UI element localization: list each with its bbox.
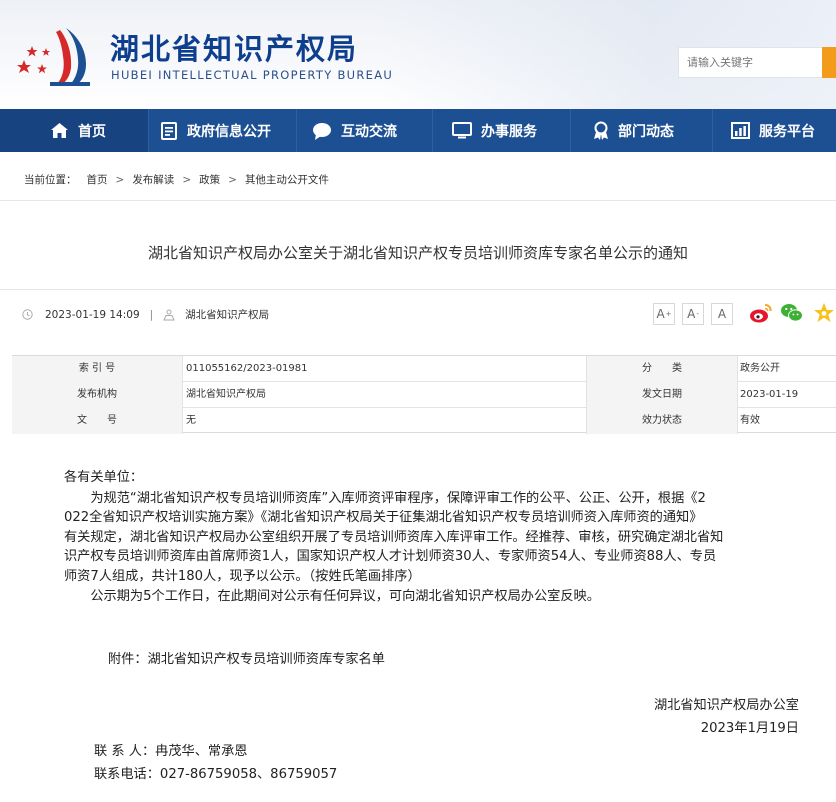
weibo-share-icon[interactable]	[749, 302, 773, 324]
nav-item-service-platform[interactable]: 服务平台	[731, 109, 815, 152]
monitor-icon	[452, 122, 472, 139]
nav-item-label: 互动交流	[341, 123, 397, 140]
document-info-table: 索 引 号 011055162/2023-01981 分 类 政务公开 发布机构…	[12, 355, 836, 434]
title-divider	[0, 289, 836, 290]
info-label: 索 引 号	[12, 356, 182, 382]
page-title: 湖北省知识产权局办公室关于湖北省知识产权专员培训师资库专家名单公示的通知	[147, 244, 688, 262]
nav-item-label: 办事服务	[481, 123, 537, 140]
nav-item-gov-info[interactable]: 政府信息公开	[160, 109, 271, 152]
breadcrumb-divider	[0, 200, 836, 201]
article-body: 各有关单位： 为规范“湖北省知识产权专员培训师资库”入库师资评审程序，保障评审工…	[64, 468, 802, 606]
breadcrumb-separator: >	[182, 173, 192, 186]
breadcrumb-link-policy[interactable]: 政策	[199, 172, 220, 187]
info-value: 政务公开	[740, 363, 780, 374]
clock-icon	[22, 309, 33, 320]
info-label: 分 类	[587, 356, 737, 382]
breadcrumb-link-home[interactable]: 首页	[87, 172, 108, 187]
nav-item-interaction[interactable]: 互动交流	[312, 109, 397, 152]
font-size-large-button[interactable]: A +	[653, 303, 675, 325]
favorite-star-icon[interactable]	[812, 302, 836, 324]
table-row: 发布机构 湖北省知识产权局 发文日期 2023-01-19	[12, 382, 836, 408]
article-source: 湖北省知识产权局	[185, 309, 270, 321]
search-button[interactable]	[822, 47, 836, 78]
bureau-logo-icon[interactable]	[16, 24, 98, 88]
main-navigation: 首页 政府信息公开 互动交流 办事服务 部门动态 服务平台	[0, 109, 836, 152]
body-line: 师资7人组成，共计180人，现予以公示。（按姓氏笔画排序）	[64, 568, 421, 584]
info-label: 发文日期	[587, 382, 737, 408]
contact-person: 联 系 人：冉茂华、常承恩	[94, 744, 248, 759]
nav-item-label: 首页	[78, 123, 106, 140]
nav-item-department-news[interactable]: 部门动态	[593, 109, 674, 152]
nav-separator	[432, 109, 433, 152]
body-line: 为规范“湖北省知识产权专员培训师资库”入库师资评审程序，保障评审工作的公平、公正…	[64, 490, 706, 506]
table-row: 索 引 号 011055162/2023-01981 分 类 政务公开	[12, 356, 836, 382]
source-org-icon	[163, 309, 175, 320]
publish-datetime: 2023-01-19 14:09	[45, 308, 140, 321]
search-input[interactable]	[679, 48, 822, 77]
breadcrumb-separator: >	[115, 173, 125, 186]
nav-separator	[712, 109, 713, 152]
breadcrumb-prefix: 当前位置：	[24, 174, 77, 186]
info-value: 湖北省知识产权局	[186, 389, 266, 400]
info-label: 效力状态	[587, 408, 737, 434]
nav-separator	[148, 109, 149, 152]
info-label: 文 号	[12, 408, 182, 434]
chat-icon	[313, 122, 331, 140]
site-subtitle: HUBEI INTELLECTUAL PROPERTY BUREAU	[111, 68, 394, 82]
body-greeting: 各有关单位：	[64, 470, 144, 485]
site-header: 湖北省知识产权局 HUBEI INTELLECTUAL PROPERTY BUR…	[0, 0, 836, 109]
nav-item-label: 政府信息公开	[187, 123, 271, 140]
info-value: 011055162/2023-01981	[186, 363, 308, 374]
document-icon	[161, 121, 177, 140]
body-line: 公示期为5个工作日，在此期间对公示有任何异议，可向湖北省知识产权局办公室反映。	[64, 588, 600, 604]
font-size-reset-button[interactable]: A	[711, 303, 733, 325]
breadcrumb-separator: >	[228, 173, 237, 186]
breadcrumb-link-release[interactable]: 发布解读	[132, 172, 174, 187]
nav-item-label: 部门动态	[618, 123, 674, 140]
nav-item-home[interactable]: 首页	[50, 109, 106, 152]
home-icon	[51, 123, 68, 138]
contact-phone: 联系电话：027-86759058、86759057	[94, 767, 338, 782]
site-title[interactable]: 湖北省知识产权局	[110, 26, 358, 68]
wechat-share-icon[interactable]	[780, 302, 804, 324]
table-row: 文 号 无 效力状态 有效	[12, 408, 836, 434]
body-line: 识产权专员培训师资库由首席师资1人，国家知识产权人才计划师资30人、专家师资54…	[64, 549, 717, 565]
info-label: 发布机构	[12, 382, 182, 408]
breadcrumb-link-other[interactable]: 其他主动公开文件	[245, 172, 329, 187]
attachment-link[interactable]: 附件：湖北省知识产权专员培训师资库专家名单	[108, 648, 385, 667]
search-box	[678, 47, 822, 78]
meta-separator: |	[149, 308, 154, 321]
nav-item-label: 服务平台	[759, 123, 815, 140]
signature-date: 2023年1月19日	[700, 721, 799, 736]
chart-icon	[731, 122, 750, 139]
body-line: 022全省知识产权培训实施方案》《湖北省知识产权局关于征集湖北省知识产权专员培训…	[64, 510, 703, 526]
article-meta: 2023-01-19 14:09 | 湖北省知识产权局	[22, 307, 269, 322]
info-value: 有效	[740, 415, 760, 426]
badge-icon	[594, 121, 608, 140]
nav-separator	[296, 109, 297, 152]
info-value: 2023-01-19	[740, 389, 799, 400]
signature-organization: 湖北省知识产权局办公室	[653, 698, 799, 713]
body-line: 有关规定，湖北省知识产权局办公室组织开展了专员培训师资库入库评审工作。经推荐、审…	[64, 529, 724, 545]
font-size-small-button[interactable]: A-	[682, 303, 704, 325]
nav-item-services[interactable]: 办事服务	[452, 109, 537, 152]
nav-separator	[570, 109, 571, 152]
breadcrumb: 当前位置： 首页 > 发布解读 > 政策 > 其他主动公开文件	[24, 172, 329, 187]
info-value: 无	[186, 415, 196, 426]
